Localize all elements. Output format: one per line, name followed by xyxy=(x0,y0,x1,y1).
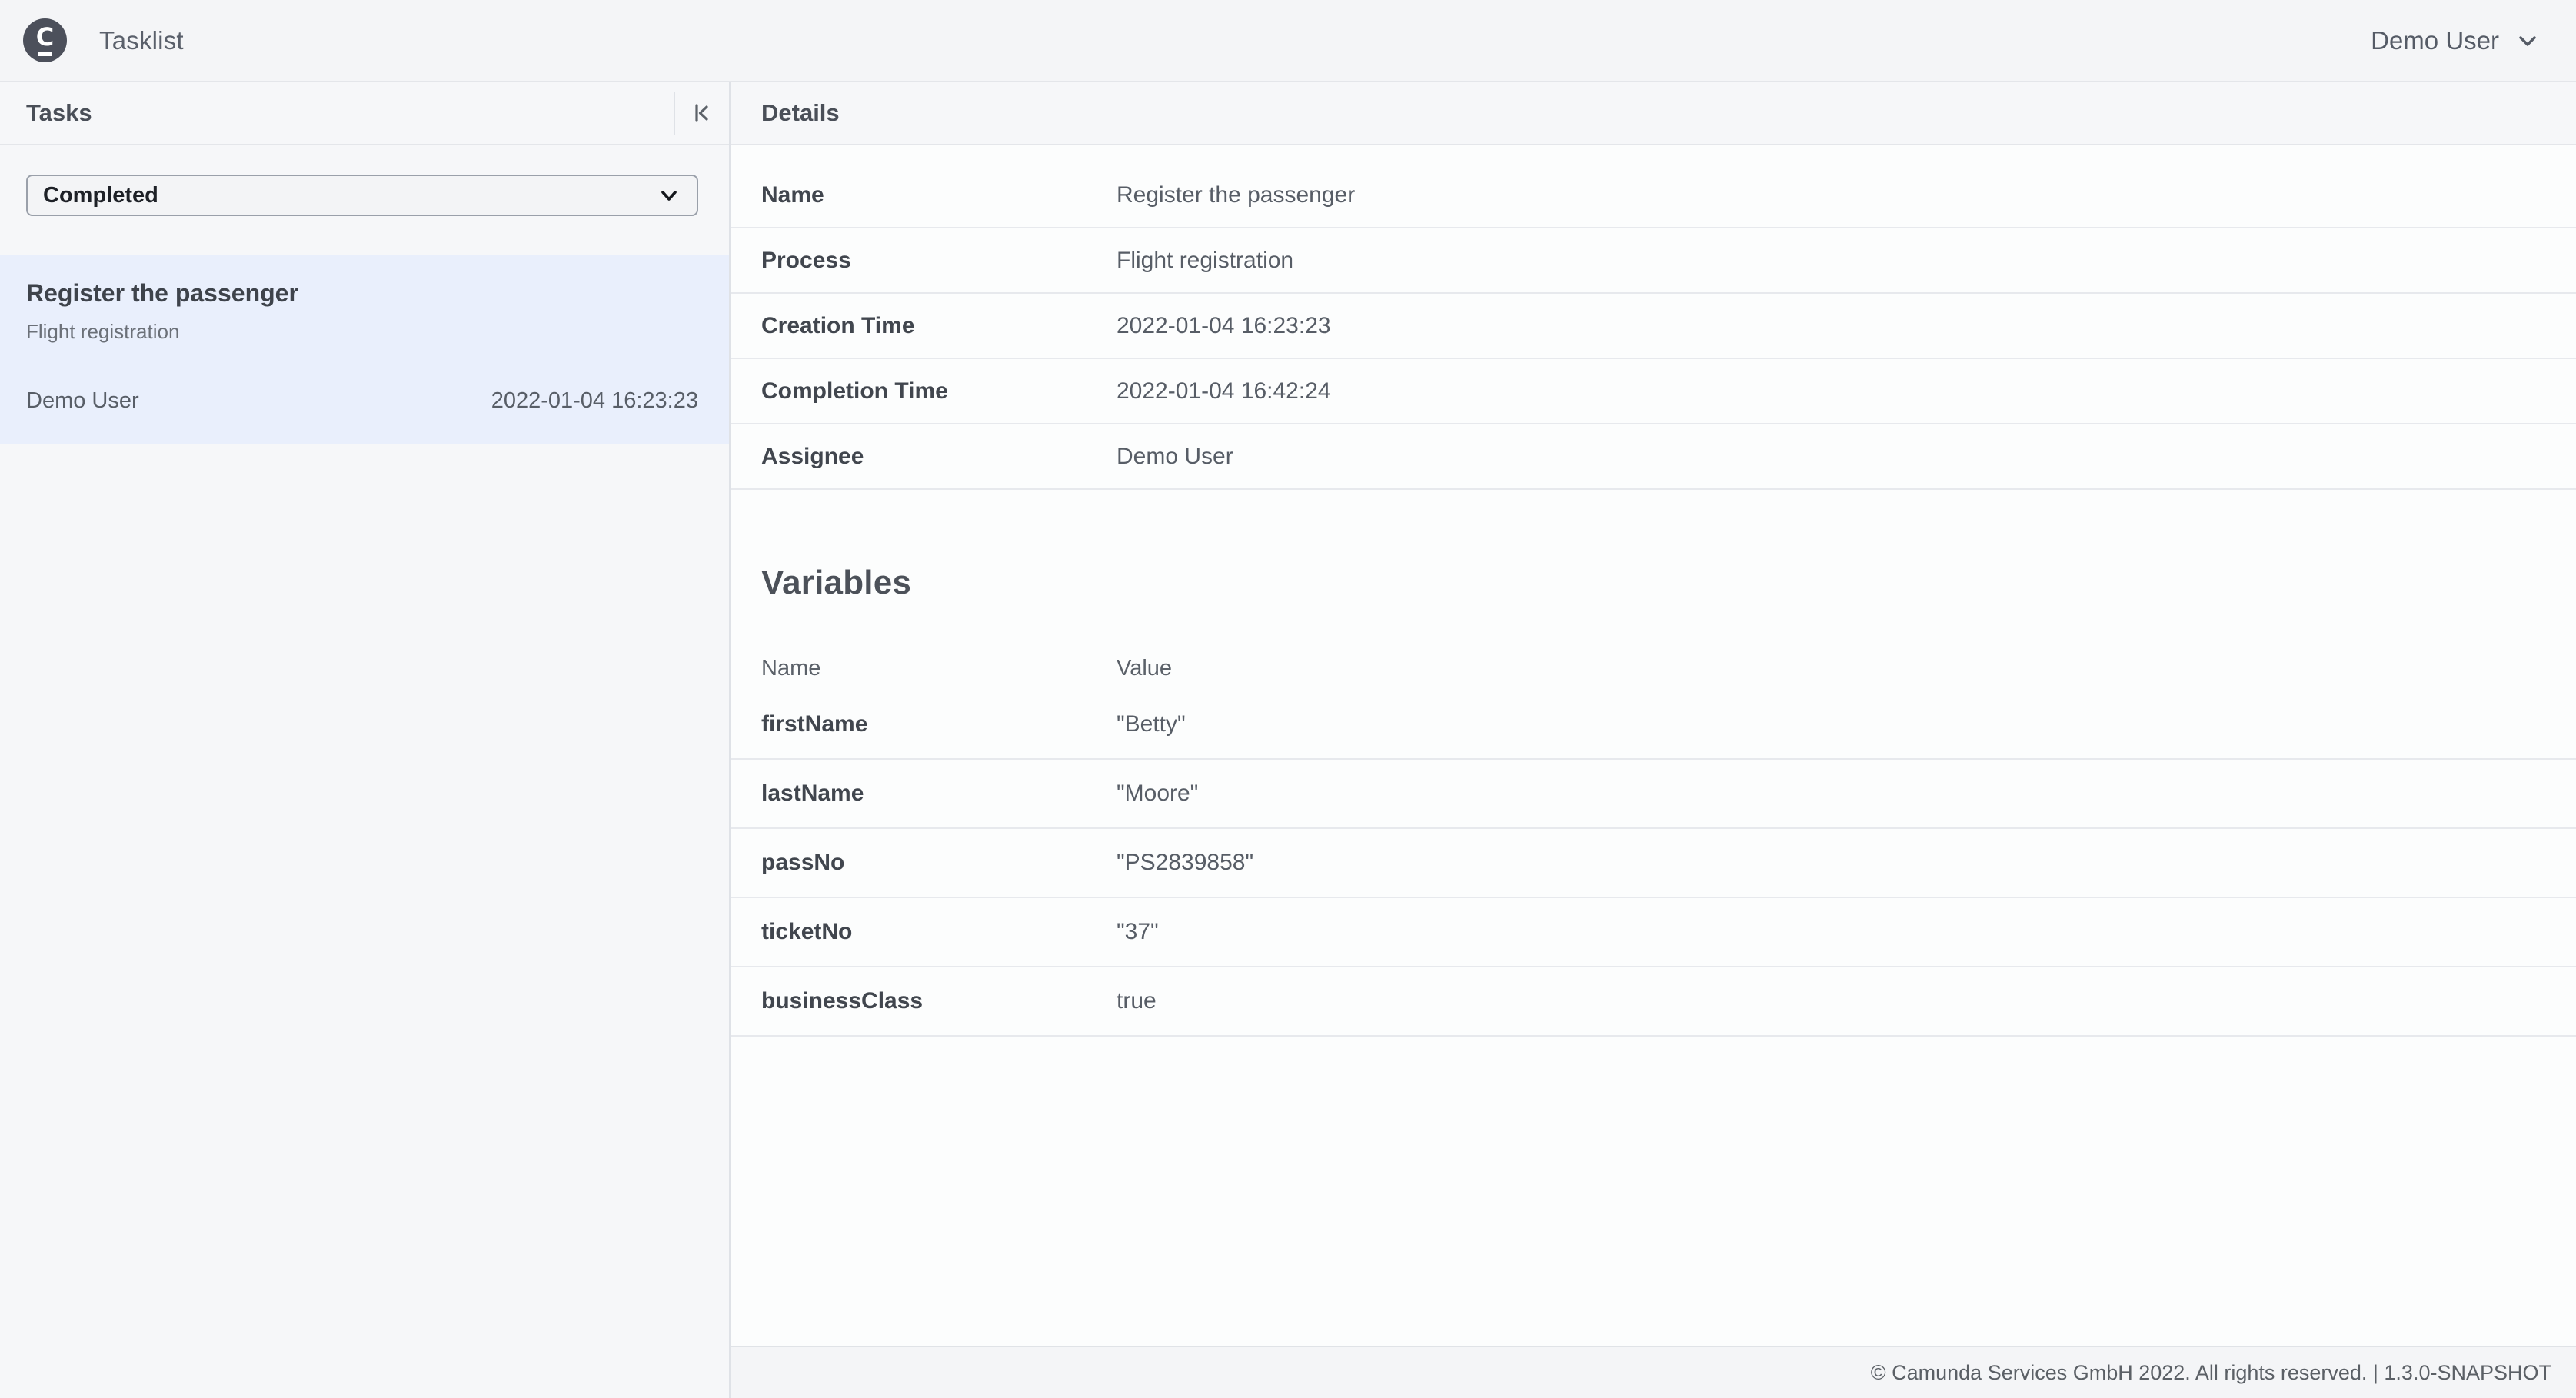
details-row-completion-time: Completion Time 2022-01-04 16:42:24 xyxy=(731,359,2576,424)
details-row-process: Process Flight registration xyxy=(731,228,2576,294)
tasklist-app: C Tasklist Demo User Tasks xyxy=(0,0,2576,1398)
logo-underline xyxy=(38,52,52,56)
logo-letter: C xyxy=(36,25,54,48)
field-value: 2022-01-04 16:23:23 xyxy=(1117,313,1331,339)
tasks-panel-title: Tasks xyxy=(0,99,92,127)
task-filter-select[interactable]: Completed xyxy=(26,175,698,216)
variable-row-passNo: passNo "PS2839858" xyxy=(731,829,2576,898)
variables-table-header: Name Value xyxy=(731,646,2576,691)
variable-value: true xyxy=(1117,988,1157,1014)
variable-row-ticketNo: ticketNo "37" xyxy=(731,898,2576,967)
camunda-logo-icon[interactable]: C xyxy=(23,18,67,62)
user-name: Demo User xyxy=(2371,26,2499,55)
details-table: Name Register the passenger Process Flig… xyxy=(731,163,2576,490)
variable-name: businessClass xyxy=(761,988,1117,1014)
task-process: Flight registration xyxy=(26,320,698,344)
field-label: Completion Time xyxy=(761,378,1117,404)
variable-value: "PS2839858" xyxy=(1117,850,1253,876)
variable-name: ticketNo xyxy=(761,919,1117,945)
details-row-creation-time: Creation Time 2022-01-04 16:23:23 xyxy=(731,294,2576,359)
tasks-panel-actions xyxy=(674,82,729,144)
variables-table: Name Value firstName "Betty" lastName "M… xyxy=(731,646,2576,1037)
field-value: Register the passenger xyxy=(1117,182,1355,208)
field-label: Assignee xyxy=(761,444,1117,470)
variable-name: passNo xyxy=(761,850,1117,876)
variable-value: "Betty" xyxy=(1117,711,1186,737)
details-panel-title: Details xyxy=(731,99,840,127)
task-meta: Demo User 2022-01-04 16:23:23 xyxy=(26,388,698,414)
app-header: C Tasklist Demo User xyxy=(0,0,2576,82)
variable-name: firstName xyxy=(761,711,1117,737)
chevron-down-icon xyxy=(2514,28,2541,54)
chevron-down-icon xyxy=(658,185,680,206)
header-left: C Tasklist xyxy=(23,18,184,62)
variables-column-name: Name xyxy=(761,656,1117,681)
app-title: Tasklist xyxy=(99,26,184,55)
variables-column-value: Value xyxy=(1117,656,1172,681)
field-label: Name xyxy=(761,182,1117,208)
variable-row-businessClass: businessClass true xyxy=(731,967,2576,1037)
copyright-text: © Camunda Services GmbH 2022. All rights… xyxy=(1871,1361,2551,1385)
task-filter-selected-value: Completed xyxy=(43,183,158,208)
variable-value: "Moore" xyxy=(1117,781,1198,807)
details-panel-header: Details xyxy=(731,82,2576,145)
field-value: Flight registration xyxy=(1117,248,1293,274)
field-label: Creation Time xyxy=(761,313,1117,339)
app-footer: © Camunda Services GmbH 2022. All rights… xyxy=(731,1346,2576,1398)
variable-row-lastName: lastName "Moore" xyxy=(731,760,2576,829)
field-value: 2022-01-04 16:42:24 xyxy=(1117,378,1331,404)
task-creation-time: 2022-01-04 16:23:23 xyxy=(491,388,698,414)
variables-section-title: Variables xyxy=(761,564,2576,602)
tasks-panel: Tasks Completed xyxy=(0,82,731,1398)
task-assignee: Demo User xyxy=(26,388,139,414)
user-menu[interactable]: Demo User xyxy=(2371,26,2541,55)
task-filter-row: Completed xyxy=(0,145,729,216)
field-value: Demo User xyxy=(1117,444,1233,470)
field-label: Process xyxy=(761,248,1117,274)
details-row-assignee: Assignee Demo User xyxy=(731,424,2576,490)
variable-row-firstName: firstName "Betty" xyxy=(731,691,2576,760)
collapse-left-icon xyxy=(690,101,714,125)
collapse-panel-button[interactable] xyxy=(675,82,729,144)
task-name: Register the passenger xyxy=(26,279,698,308)
details-content: Name Register the passenger Process Flig… xyxy=(731,145,2576,1346)
details-panel: Details Name Register the passenger Proc… xyxy=(731,82,2576,1398)
tasks-panel-header: Tasks xyxy=(0,82,729,145)
main-layout: Tasks Completed xyxy=(0,82,2576,1398)
task-list-item[interactable]: Register the passenger Flight registrati… xyxy=(0,255,729,444)
variable-value: "37" xyxy=(1117,919,1159,945)
variable-name: lastName xyxy=(761,781,1117,807)
details-row-name: Name Register the passenger xyxy=(731,163,2576,228)
